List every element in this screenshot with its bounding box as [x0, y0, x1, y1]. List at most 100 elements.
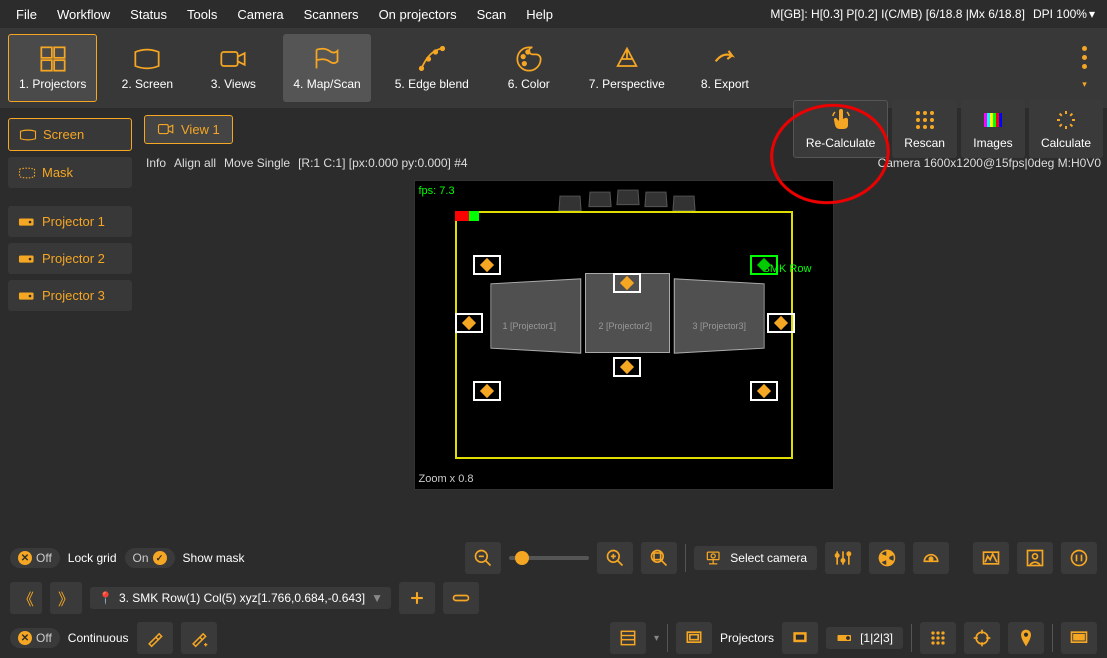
zoom-fit-button[interactable] — [641, 542, 677, 574]
menu-tools[interactable]: Tools — [177, 3, 227, 26]
hazard-button[interactable] — [869, 542, 905, 574]
menu-workflow[interactable]: Workflow — [47, 3, 120, 26]
dpi-selector[interactable]: DPI 100% ▾ — [1033, 7, 1101, 21]
chevron-down-icon[interactable]: ▾ — [654, 633, 659, 644]
menu-bar: File Workflow Status Tools Camera Scanne… — [0, 0, 1107, 28]
screen-frame-button[interactable] — [1061, 622, 1097, 654]
pause-button[interactable] — [1061, 542, 1097, 574]
sidebar-projector-3[interactable]: Projector 3 — [8, 280, 132, 311]
menu-scanners[interactable]: Scanners — [294, 3, 369, 26]
view-tab-1[interactable]: View 1 — [144, 115, 233, 144]
screen-icon — [19, 128, 37, 142]
location-button[interactable] — [1008, 622, 1044, 654]
control-point[interactable] — [473, 255, 501, 275]
projection-surface-1 — [490, 278, 581, 354]
projector-123-button[interactable]: [1|2|3] — [826, 627, 903, 649]
curve-dots-icon — [418, 45, 446, 73]
share-arrow-icon — [711, 45, 739, 73]
menu-camera[interactable]: Camera — [227, 3, 293, 26]
coords-readout: [R:1 C:1] [px:0.000 py:0.000] #4 — [298, 156, 467, 170]
mask-on-toggle[interactable]: On✓ — [125, 548, 175, 568]
link-button[interactable] — [443, 582, 479, 614]
zoom-readout: Zoom x 0.8 — [419, 473, 474, 485]
grid-off-toggle[interactable]: ✕Off — [10, 548, 60, 568]
chevron-down-icon: ▼ — [371, 591, 383, 605]
step-color[interactable]: 6. Color — [493, 34, 565, 102]
palette-icon — [515, 45, 543, 73]
control-point-active[interactable] — [750, 255, 778, 275]
outline-view-button[interactable] — [676, 622, 712, 654]
menu-status[interactable]: Status — [120, 3, 177, 26]
continuous-label: Continuous — [68, 631, 129, 645]
workflow-toolbar: 1. Projectors 2. Screen 3. Views 4. Map/… — [0, 28, 1107, 108]
zoom-in-button[interactable] — [597, 542, 633, 574]
zoom-out-button[interactable] — [465, 542, 501, 574]
step-perspective[interactable]: 7. Perspective — [579, 34, 675, 102]
chevron-down-icon: ▾ — [1089, 7, 1095, 21]
prev-button[interactable]: 《 — [10, 582, 42, 614]
crosshair-button[interactable] — [964, 622, 1000, 654]
spinner-icon — [1054, 108, 1078, 132]
menu-file[interactable]: File — [6, 3, 47, 26]
histogram-button[interactable] — [973, 542, 1009, 574]
projector-icon — [18, 252, 36, 266]
step-projectors[interactable]: 1. Projectors — [8, 34, 97, 102]
projectors-grid-icon — [39, 45, 67, 73]
menu-scan[interactable]: Scan — [467, 3, 517, 26]
portrait-button[interactable] — [1017, 542, 1053, 574]
control-point[interactable] — [750, 381, 778, 401]
flag-grid-icon — [313, 45, 341, 73]
projector-icon — [836, 631, 854, 645]
sidebar-projector-2[interactable]: Projector 2 — [8, 243, 132, 274]
menu-onprojectors[interactable]: On projectors — [369, 3, 467, 26]
sidebar-screen[interactable]: Screen — [8, 118, 132, 151]
mask-icon — [18, 166, 36, 180]
viewport[interactable]: fps: 7.3 Zoom x 0.8 1 [Projector1] 2 [Pr… — [414, 180, 834, 490]
projectors-label: Projectors — [720, 631, 774, 645]
settings-button[interactable] — [825, 542, 861, 574]
menu-help[interactable]: Help — [516, 3, 563, 26]
hammer-button[interactable] — [137, 622, 173, 654]
more-menu-button[interactable]: ▾ — [1070, 34, 1099, 102]
recalculate-button[interactable]: Re-Calculate — [793, 100, 888, 158]
pin-icon: 📍 — [98, 591, 113, 605]
step-mapscan[interactable]: 4. Map/Scan — [283, 34, 370, 102]
proj-label-1: 1 [Projector1] — [503, 321, 557, 331]
left-sidebar: Screen Mask Projector 1 Projector 2 Proj… — [0, 108, 140, 568]
align-all-link[interactable]: Align all — [174, 156, 216, 170]
add-point-button[interactable] — [399, 582, 435, 614]
control-point[interactable] — [613, 357, 641, 377]
perspective-cone-icon — [613, 45, 641, 73]
sidebar-projector-1[interactable]: Projector 1 — [8, 206, 132, 237]
step-views[interactable]: 3. Views — [197, 34, 269, 102]
continuous-off-toggle[interactable]: ✕Off — [10, 628, 60, 648]
point-selector[interactable]: 📍 3. SMK Row(1) Col(5) xyz[1.766,0.684,-… — [90, 587, 391, 609]
chevron-down-icon: ▾ — [1082, 79, 1087, 90]
fps-readout: fps: 7.3 — [419, 185, 455, 197]
list-view-button[interactable] — [610, 622, 646, 654]
move-single-link[interactable]: Move Single — [224, 156, 290, 170]
sidebar-mask[interactable]: Mask — [8, 157, 132, 188]
control-point[interactable] — [767, 313, 795, 333]
screen-curve-icon — [133, 45, 161, 73]
step-edgeblend[interactable]: 5. Edge blend — [385, 34, 479, 102]
control-point[interactable] — [455, 313, 483, 333]
camera-icon — [157, 122, 175, 136]
fill-view-button[interactable] — [782, 622, 818, 654]
info-link[interactable]: Info — [146, 156, 166, 170]
memory-status: M[GB]: H[0.3] P[0.2] I(C/MB) [6/18.8 |Mx… — [770, 7, 1033, 21]
next-button[interactable]: 》 — [50, 582, 82, 614]
control-point[interactable] — [473, 381, 501, 401]
step-export[interactable]: 8. Export — [689, 34, 761, 102]
projection-surface-3 — [673, 278, 764, 354]
select-camera-button[interactable]: Select camera — [694, 546, 817, 570]
bottom-row-1: ✕Off Lock grid On✓ Show mask Select came… — [0, 538, 1107, 578]
dome-button[interactable] — [913, 542, 949, 574]
control-point[interactable] — [613, 273, 641, 293]
camera-icon — [219, 45, 247, 73]
hammer-down-button[interactable] — [181, 622, 217, 654]
grid-dots-button[interactable] — [920, 622, 956, 654]
step-screen[interactable]: 2. Screen — [111, 34, 183, 102]
zoom-slider[interactable] — [509, 556, 589, 560]
proj-label-3: 3 [Projector3] — [693, 321, 747, 331]
